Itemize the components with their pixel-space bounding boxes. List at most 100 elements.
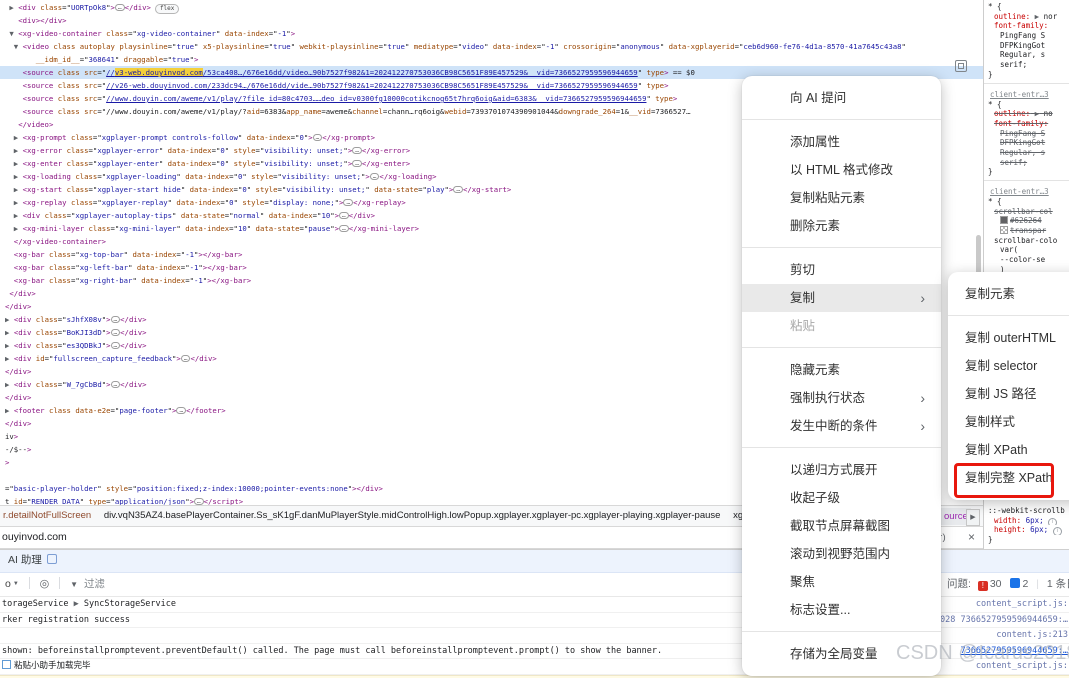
context-menu-item[interactable]: 发生中断的条件 › xyxy=(742,412,941,440)
menu-item-label: 复制 JS 路径 xyxy=(965,387,1037,401)
toolbar-pipe: | xyxy=(1036,578,1039,590)
context-menu-item[interactable]: 截取节点屏幕截图 xyxy=(742,512,941,540)
breadcrumb-item[interactable]: r.detailNotFullScreen xyxy=(3,510,91,521)
stylesheet-source-link[interactable]: client-entr…3 xyxy=(984,186,1069,197)
style-line: serif; xyxy=(1000,157,1028,167)
more-content-icon[interactable]: … xyxy=(352,160,362,167)
styles-rules-bottom: ::-webkit-scrollb width: 6px; i height: 6p… xyxy=(984,506,1069,545)
more-content-icon[interactable]: … xyxy=(180,355,191,362)
copy-submenu-item[interactable]: 复制 XPath xyxy=(948,436,1069,464)
live-expression-eye-icon[interactable]: ◎ xyxy=(40,578,50,590)
copy-submenu-item[interactable]: 复制 JS 路径 xyxy=(948,380,1069,408)
style-line: var( xyxy=(1000,245,1019,255)
context-menu-item[interactable]: 以 HTML 格式修改 xyxy=(742,156,941,184)
console-source-link[interactable]: content.js:213 xyxy=(996,628,1068,642)
styles-rules: * {outline: ▶ nor font-family: PingFang SD… xyxy=(984,2,1069,284)
context-menu-item[interactable]: 聚焦 xyxy=(742,568,941,596)
style-line: Regular, s xyxy=(1000,147,1046,157)
more-content-icon[interactable]: … xyxy=(194,498,204,505)
toolbar-divider xyxy=(28,577,30,589)
more-content-icon[interactable]: … xyxy=(114,4,125,11)
style-line: } xyxy=(988,167,993,177)
more-content-icon[interactable]: … xyxy=(110,316,121,323)
tree-line[interactable]: <div></div> xyxy=(5,14,983,27)
style-line: #626264 xyxy=(984,216,1069,226)
context-menu-item[interactable]: 收起子级 xyxy=(742,484,941,512)
expand-arrow-icon[interactable]: ▶ xyxy=(74,599,79,609)
context-menu-item[interactable]: 隐藏元素 xyxy=(742,356,941,384)
tree-line[interactable]: ▼ <video class autoplay playsinline="tru… xyxy=(5,40,983,53)
style-line: scrollbar-colo xyxy=(994,235,1058,245)
copy-submenu-item[interactable]: 复制样式 xyxy=(948,408,1069,436)
more-content-icon[interactable]: … xyxy=(110,342,121,349)
menu-item-label: 截取节点屏幕截图 xyxy=(790,519,891,533)
scroll-into-view-icon[interactable] xyxy=(955,60,967,72)
console-source-link[interactable]: content_script.js: xyxy=(976,597,1068,611)
more-content-icon[interactable]: … xyxy=(339,212,349,219)
more-content-icon[interactable]: … xyxy=(343,199,354,206)
tree-line[interactable]: ▶ <div class="UORTpOk8">… </div> flex xyxy=(5,1,983,14)
context-menu-item[interactable]: 强制执行状态 › xyxy=(742,384,941,412)
error-count: 30 xyxy=(989,578,1002,590)
more-content-icon[interactable]: … xyxy=(176,407,187,414)
more-content-icon[interactable]: … xyxy=(352,147,362,154)
breadcrumb-item[interactable]: div.vqN35AZ4.basePlayerContainer.Ss_sK1g… xyxy=(104,510,721,521)
issues-summary[interactable]: 问题: !30 2 | 1 条日志 xyxy=(947,573,1069,595)
menu-item-label: 聚焦 xyxy=(790,575,816,589)
context-menu-item[interactable]: 添加属性 xyxy=(742,128,941,156)
copy-submenu-item[interactable]: 复制 selector xyxy=(948,352,1069,380)
filter-icon: ▼ xyxy=(70,580,79,589)
style-line: width: 6px; i xyxy=(984,516,1069,526)
context-menu-item[interactable]: 复制 › xyxy=(742,284,941,312)
more-content-icon[interactable]: … xyxy=(453,186,463,193)
info-icon[interactable]: i xyxy=(1048,517,1058,526)
console-source-link[interactable]: VM1028 7366527959596944659:… xyxy=(925,613,1068,627)
menu-item-label: 隐藏元素 xyxy=(790,363,841,377)
more-content-icon[interactable]: … xyxy=(110,381,121,388)
menu-item-label: 添加属性 xyxy=(790,135,841,149)
more-content-icon[interactable]: … xyxy=(369,173,380,180)
color-swatch[interactable] xyxy=(1000,226,1008,235)
context-menu: 向 AI 提问 添加属性以 HTML 格式修改 复制粘贴元素 删除元素剪切 复制 › 粘贴隐… xyxy=(742,76,941,676)
menu-item-label: 向 AI 提问 xyxy=(790,91,847,105)
context-menu-item[interactable]: 以递归方式展开 xyxy=(742,456,941,484)
copy-submenu-item[interactable]: 复制元素 xyxy=(948,280,1069,308)
more-content-icon[interactable]: … xyxy=(339,225,349,232)
context-menu-item[interactable]: 粘贴 xyxy=(742,312,941,340)
submenu-arrow-icon: › xyxy=(920,290,925,306)
tree-line[interactable]: __idm_id__="368641" draggable="true"> xyxy=(5,53,983,66)
more-content-icon[interactable]: … xyxy=(110,329,121,336)
context-menu-item[interactable]: 剪切 xyxy=(742,256,941,284)
context-menu-item[interactable]: 滚动到视野范围内 xyxy=(742,540,941,568)
menu-item-label: 发生中断的条件 xyxy=(790,419,878,433)
stylesheet-source-link[interactable]: client-entr…3 xyxy=(984,89,1069,100)
menu-item-label: 以递归方式展开 xyxy=(790,463,878,477)
context-menu-item[interactable]: 复制粘贴元素 xyxy=(742,184,941,212)
context-selector[interactable]: o xyxy=(5,578,11,590)
menu-separator xyxy=(742,631,941,632)
find-query[interactable]: ouyinvod.com xyxy=(2,531,67,543)
menu-separator xyxy=(742,247,941,248)
context-menu-item[interactable]: 删除元素 xyxy=(742,212,941,240)
copy-submenu-item[interactable]: 复制 outerHTML xyxy=(948,324,1069,352)
breadcrumb-overflow-icon[interactable]: ▶ xyxy=(966,509,980,526)
console-message-text: rker registration success xyxy=(2,614,130,625)
message-count-icon xyxy=(1010,578,1021,588)
console-filter-input[interactable]: 过滤 xyxy=(84,578,105,590)
error-count-icon: ! xyxy=(977,581,988,591)
context-menu-item[interactable]: 向 AI 提问 xyxy=(742,84,941,112)
menu-separator xyxy=(742,119,941,120)
devtools-window: ▶ <div class="UORTpOk8">… </div> flex <div… xyxy=(0,0,1069,678)
tree-line[interactable]: ▼ <xg-video-container class="xg-video-co… xyxy=(5,27,983,40)
menu-separator xyxy=(948,315,1069,316)
info-icon[interactable]: i xyxy=(1052,527,1062,536)
menu-item-label: 复制 selector xyxy=(965,359,1038,373)
color-swatch[interactable] xyxy=(1000,216,1008,225)
style-line: serif; xyxy=(1000,60,1028,70)
style-line: Regular, s xyxy=(1000,50,1046,60)
more-content-icon[interactable]: … xyxy=(312,134,323,141)
close-icon[interactable]: × xyxy=(968,527,975,548)
context-menu-item[interactable]: 标志设置... xyxy=(742,596,941,624)
menu-item-label: 存储为全局变量 xyxy=(790,647,878,661)
flex-badge[interactable]: flex xyxy=(154,4,180,14)
